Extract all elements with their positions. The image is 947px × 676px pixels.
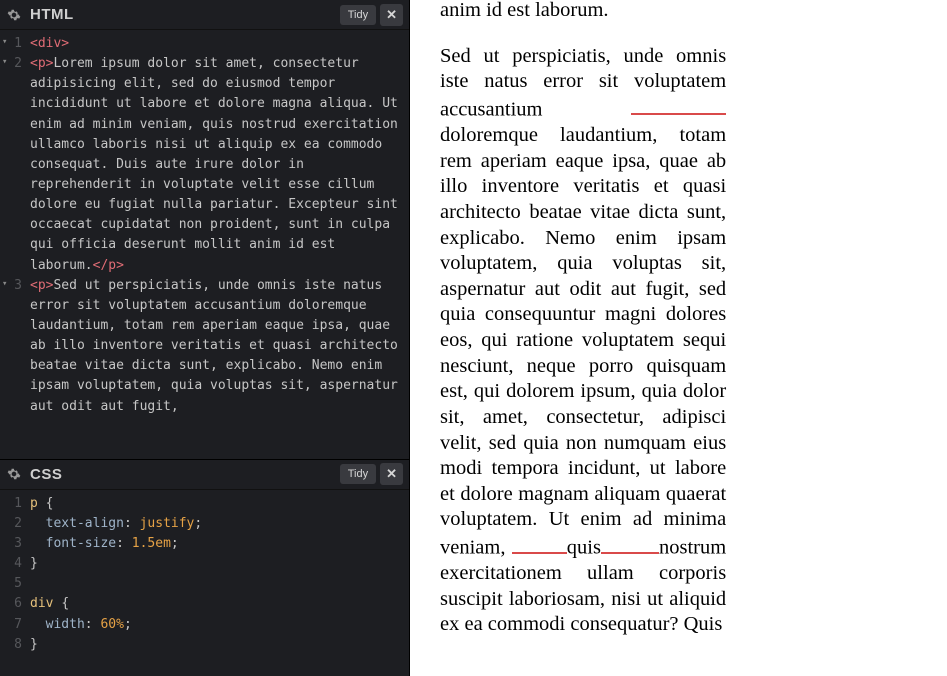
code-content[interactable]: }	[30, 635, 409, 655]
code-line[interactable]: 2▾<p>Lorem ipsum dolor sit amet, consect…	[0, 54, 409, 276]
preview-paragraph: Sed ut perspiciatis, unde omnis iste nat…	[440, 44, 726, 638]
line-number: 3▾	[0, 276, 30, 296]
css-panel-header: CSS Tidy ✕	[0, 460, 409, 490]
html-panel-header: HTML Tidy ✕	[0, 0, 409, 30]
css-panel: CSS Tidy ✕ 1p {2 text-align: justify;3 f…	[0, 460, 409, 676]
line-number: 7	[0, 615, 30, 635]
settings-icon[interactable]	[4, 8, 24, 22]
code-content[interactable]: }	[30, 554, 409, 574]
code-line[interactable]: 3 font-size: 1.5em;	[0, 534, 409, 554]
line-number: 8	[0, 635, 30, 655]
fold-caret-icon[interactable]: ▾	[2, 56, 7, 70]
preview-pane: anim id est laborum. Sed ut perspiciatis…	[410, 0, 947, 676]
fold-caret-icon[interactable]: ▾	[2, 278, 7, 292]
panel-title: HTML	[30, 6, 336, 23]
preview-text: doloremque laudantium, totam rem aperiam…	[440, 124, 726, 559]
line-number: 4	[0, 554, 30, 574]
code-line[interactable]: 7 width: 60%;	[0, 615, 409, 635]
spellcheck-underline	[631, 95, 726, 116]
code-content[interactable]: <p>Sed ut perspiciatis, unde omnis iste …	[30, 276, 409, 417]
tidy-button[interactable]: Tidy	[340, 464, 376, 484]
editor-pane: HTML Tidy ✕ 1▾<div>2▾<p>Lorem ipsum dolo…	[0, 0, 410, 676]
line-number: 3	[0, 534, 30, 554]
tidy-button[interactable]: Tidy	[340, 5, 376, 25]
code-content[interactable]: width: 60%;	[30, 615, 409, 635]
code-content[interactable]: font-size: 1.5em;	[30, 534, 409, 554]
code-content[interactable]: text-align: justify;	[30, 514, 409, 534]
settings-icon[interactable]	[4, 467, 24, 481]
code-line[interactable]: 1▾<div>	[0, 34, 409, 54]
code-content[interactable]: <div>	[30, 34, 409, 54]
line-number: 2▾	[0, 54, 30, 74]
css-editor[interactable]: 1p {2 text-align: justify;3 font-size: 1…	[0, 490, 409, 676]
line-number: 2	[0, 514, 30, 534]
spellcheck-underline	[601, 533, 659, 554]
close-button[interactable]: ✕	[380, 463, 403, 485]
code-line[interactable]: 6div {	[0, 594, 409, 614]
code-line[interactable]: 3▾<p>Sed ut perspiciatis, unde omnis ist…	[0, 276, 409, 417]
line-number: 1▾	[0, 34, 30, 54]
html-editor[interactable]: 1▾<div>2▾<p>Lorem ipsum dolor sit amet, …	[0, 30, 409, 459]
panel-title: CSS	[30, 466, 336, 483]
preview-text: quis	[567, 537, 601, 559]
line-number: 1	[0, 494, 30, 514]
html-panel: HTML Tidy ✕ 1▾<div>2▾<p>Lorem ipsum dolo…	[0, 0, 409, 460]
code-content[interactable]: <p>Lorem ipsum dolor sit amet, consectet…	[30, 54, 409, 276]
code-line[interactable]: 5	[0, 574, 409, 594]
spellcheck-underline	[512, 533, 567, 554]
line-number: 6	[0, 594, 30, 614]
preview-paragraph: anim id est laborum.	[440, 0, 726, 24]
close-button[interactable]: ✕	[380, 4, 403, 26]
preview-content: anim id est laborum. Sed ut perspiciatis…	[440, 0, 726, 638]
code-line[interactable]: 2 text-align: justify;	[0, 514, 409, 534]
fold-caret-icon[interactable]: ▾	[2, 36, 7, 50]
code-content[interactable]: p {	[30, 494, 409, 514]
line-number: 5	[0, 574, 30, 594]
code-line[interactable]: 1p {	[0, 494, 409, 514]
code-content[interactable]: div {	[30, 594, 409, 614]
code-line[interactable]: 8}	[0, 635, 409, 655]
code-line[interactable]: 4}	[0, 554, 409, 574]
